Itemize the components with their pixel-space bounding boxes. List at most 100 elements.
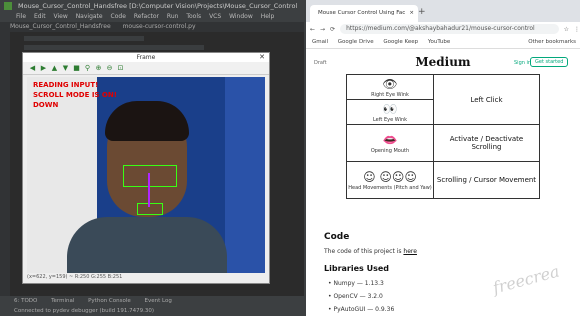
menu-view[interactable]: View xyxy=(54,13,68,20)
gesture-action: Activate / Deactivate Scrolling xyxy=(449,135,524,151)
opencv-frame-window: Frame ✕ ◀ ▶ ▲ ▼ ■ ⚲ ⊕ ⊖ ⊡ READING INPUT!… xyxy=(22,52,270,284)
person-hair xyxy=(105,101,189,141)
browser-tab[interactable]: Mouse Cursor Control Using Fac × xyxy=(310,5,418,22)
menu-navigate[interactable]: Navigate xyxy=(76,13,103,20)
menu-edit[interactable]: Edit xyxy=(34,13,46,20)
code-text: The code of this project is xyxy=(324,248,404,255)
person-body xyxy=(67,217,227,273)
file-tab[interactable]: mouse-cursor-control.py xyxy=(123,23,196,30)
scroll-mode-text: SCROLL MODE IS ON! xyxy=(33,91,117,99)
table-row: ☺ ☺☺☺ Head Movements (Pitch and Yaw) Scr… xyxy=(346,161,540,199)
browser-window: Mouse Cursor Control Using Fac × + ← → ⟳… xyxy=(306,0,580,316)
todo-tool-button[interactable]: 6: TODO xyxy=(14,298,37,304)
bookmark-keep[interactable]: Google Keep xyxy=(383,39,418,45)
arrow-up-icon[interactable]: ▲ xyxy=(51,64,58,72)
frame-toolbar: ◀ ▶ ▲ ▼ ■ ⚲ ⊕ ⊖ ⊡ xyxy=(23,62,269,75)
list-item: • PyAutoGUI — 0.9.36 xyxy=(328,306,395,313)
menu-file[interactable]: File xyxy=(16,13,26,20)
libraries-heading: Libraries Used xyxy=(324,264,389,273)
menu-icon[interactable]: ⋮ xyxy=(574,26,580,33)
code-line xyxy=(24,36,144,41)
ide-menubar: File Edit View Navigate Code Refactor Ru… xyxy=(0,12,304,22)
bookmarks-bar: Gmail Google Drive Google Keep YouTube O… xyxy=(306,36,580,49)
event-log-button[interactable]: Event Log xyxy=(145,298,172,304)
terminal-tool-button[interactable]: Terminal xyxy=(51,298,74,304)
background-curtain xyxy=(225,77,265,273)
star-icon[interactable]: ☆ xyxy=(564,26,569,33)
get-started-button[interactable]: Get started xyxy=(530,57,569,67)
gesture-action: Scrolling / Cursor Movement xyxy=(436,176,537,184)
other-bookmarks[interactable]: Other bookmarks xyxy=(528,36,576,48)
action-cell: Left Click xyxy=(433,74,540,125)
pixel-readout: (x=622, y=159) ~ R:250 G:255 B:251 xyxy=(27,274,123,280)
back-icon[interactable]: ← xyxy=(310,26,315,33)
webcam-feed: READING INPUT! SCROLL MODE IS ON! DOWN xyxy=(27,77,265,273)
bookmark-gmail[interactable]: Gmail xyxy=(312,39,328,45)
gesture-caption: Left Eye Wink xyxy=(372,117,408,123)
close-tab-icon[interactable]: × xyxy=(409,5,414,22)
library-name: PyAutoGUI — 0.9.36 xyxy=(333,306,395,313)
gesture-action: Left Click xyxy=(470,95,503,104)
frame-title: Frame xyxy=(136,54,156,61)
table-row: 👁 Right Eye Wink Left Click xyxy=(346,74,540,125)
bookmark-drive[interactable]: Google Drive xyxy=(338,39,374,45)
gesture-cell: ☺ ☺☺☺ Head Movements (Pitch and Yaw) xyxy=(346,161,434,199)
eyes-icon: 👀 xyxy=(382,102,398,116)
reading-input-text: READING INPUT! xyxy=(33,81,99,89)
ide-side-toolbar xyxy=(0,32,10,296)
browser-tabstrip: Mouse Cursor Control Using Fac × + xyxy=(306,0,580,22)
list-item: • OpenCV — 3.2.0 xyxy=(328,293,383,300)
code-heading: Code xyxy=(324,232,350,242)
head-icon: ☺ ☺☺☺ xyxy=(363,170,417,184)
menu-code[interactable]: Code xyxy=(111,13,126,20)
gesture-table: 👁 Right Eye Wink Left Click 👀 Left Eye W… xyxy=(346,74,540,199)
action-cell: Scrolling / Cursor Movement xyxy=(433,161,540,199)
new-tab-button[interactable]: + xyxy=(418,7,426,17)
code-link[interactable]: here xyxy=(403,248,417,255)
fit-icon[interactable]: ⊡ xyxy=(117,64,124,72)
frame-titlebar: Frame ✕ xyxy=(23,53,269,62)
arrow-down-icon[interactable]: ▼ xyxy=(62,64,69,72)
ide-bottom-bar: 6: TODO Terminal Python Console Event Lo… xyxy=(0,296,304,316)
menu-refactor[interactable]: Refactor xyxy=(134,13,159,20)
address-bar[interactable]: https://medium.com/@akshaybahadur21/mous… xyxy=(340,24,559,34)
gesture-cell: 👄 Opening Mouth xyxy=(346,124,434,162)
medium-header: Draft Medium Sign in Get started xyxy=(306,49,580,75)
menu-vcs[interactable]: VCS xyxy=(209,13,221,20)
save-icon[interactable]: ■ xyxy=(73,64,80,72)
tab-title: Mouse Cursor Control Using Fac xyxy=(318,10,406,16)
arrow-left-icon[interactable]: ◀ xyxy=(29,64,36,72)
menu-window[interactable]: Window xyxy=(229,13,253,20)
pycharm-icon xyxy=(4,2,12,10)
close-icon[interactable]: ✕ xyxy=(259,53,265,62)
nose-direction-line xyxy=(148,173,150,207)
mouth-tracking-box xyxy=(137,203,163,215)
menu-run[interactable]: Run xyxy=(167,13,179,20)
zoom-in-icon[interactable]: ⊕ xyxy=(95,64,102,72)
eye-icon: 👁 xyxy=(382,77,398,91)
gesture-caption: Opening Mouth xyxy=(370,148,410,154)
menu-tools[interactable]: Tools xyxy=(186,13,201,20)
gesture-caption: Head Movements (Pitch and Yaw) xyxy=(348,185,432,191)
ide-titlebar: Mouse_Cursor_Control_Handsfree [D:\Compu… xyxy=(0,0,304,12)
zoom-icon[interactable]: ⚲ xyxy=(84,64,91,72)
arrow-right-icon[interactable]: ▶ xyxy=(40,64,47,72)
direction-text: DOWN xyxy=(33,101,59,109)
gesture-cell: 👁 Right Eye Wink xyxy=(346,74,434,100)
ide-status-message: Connected to pydev debugger (build 191.7… xyxy=(14,308,155,314)
table-row: 👄 Opening Mouth Activate / Deactivate Sc… xyxy=(346,124,540,162)
action-cell: Activate / Deactivate Scrolling xyxy=(433,124,540,162)
menu-help[interactable]: Help xyxy=(261,13,275,20)
signin-link[interactable]: Sign in xyxy=(514,60,531,66)
python-console-button[interactable]: Python Console xyxy=(88,298,131,304)
forward-icon[interactable]: → xyxy=(320,26,325,33)
zoom-out-icon[interactable]: ⊖ xyxy=(106,64,113,72)
project-tab[interactable]: Mouse_Cursor_Control_Handsfree xyxy=(10,23,111,30)
bookmark-youtube[interactable]: YouTube xyxy=(428,39,450,45)
code-paragraph: The code of this project is here xyxy=(324,248,417,255)
reload-icon[interactable]: ⟳ xyxy=(330,26,335,33)
library-name: Numpy — 1.13.3 xyxy=(333,280,384,287)
eye-tracking-box xyxy=(123,165,177,187)
mouth-icon: 👄 xyxy=(382,133,398,147)
gesture-cell: 👀 Left Eye Wink xyxy=(346,99,434,125)
